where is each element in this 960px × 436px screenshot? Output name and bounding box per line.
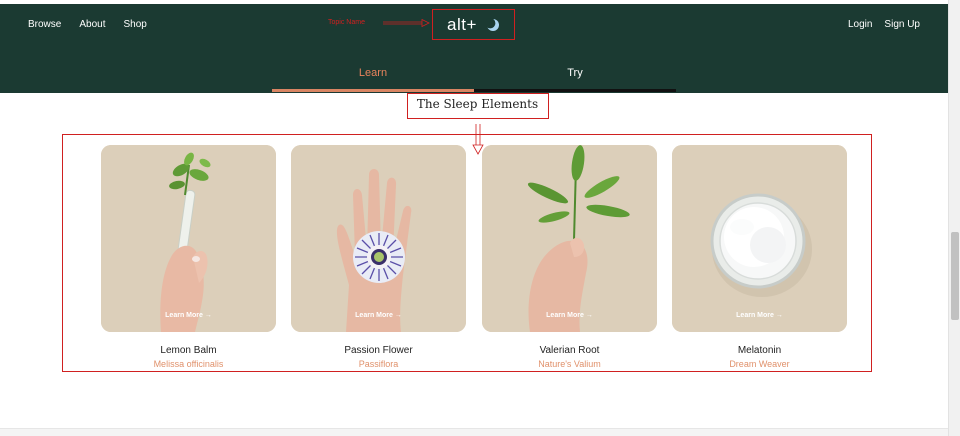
card-image-lemon-balm[interactable]: Learn More →	[101, 145, 276, 332]
card-subtitle: Nature's Valium	[538, 359, 601, 369]
card-image-passion-flower[interactable]: Learn More →	[291, 145, 466, 332]
learn-more-link[interactable]: Learn More →	[291, 311, 466, 320]
passion-flower-image	[291, 145, 466, 332]
scrollbar-thumb[interactable]	[951, 232, 959, 320]
card-subtitle: Melissa officinalis	[153, 359, 224, 369]
page: Browse About Shop Topic Name alt+ Learn …	[0, 0, 948, 436]
card-name: Passion Flower	[344, 345, 413, 356]
element-card-passion-flower[interactable]: Learn More → Passion Flower Passiflora	[291, 145, 466, 370]
card-image-valerian-root[interactable]: Learn More →	[482, 145, 657, 332]
learn-more-link[interactable]: Learn More →	[672, 311, 847, 320]
sign-up-link[interactable]: Sign Up	[884, 19, 920, 31]
header-right-wrapper: Login Sign Up	[0, 4, 948, 44]
section-title-highlight-box: The Sleep Elements	[407, 93, 549, 119]
card-name: Valerian Root	[539, 345, 600, 356]
tab-learn-underline	[272, 89, 474, 92]
card-subtitle: Dream Weaver	[729, 359, 790, 369]
vertical-scrollbar[interactable]	[948, 0, 960, 436]
nav-right: Login Sign Up	[848, 19, 920, 31]
valerian-root-image	[482, 145, 657, 332]
section-title: The Sleep Elements	[416, 97, 539, 111]
horizontal-scrollbar[interactable]	[0, 428, 948, 436]
melatonin-image	[672, 145, 847, 332]
card-name: Melatonin	[737, 345, 782, 356]
element-card-melatonin[interactable]: Learn More → Melatonin Dream Weaver	[672, 145, 847, 370]
tab-try-underline	[474, 89, 676, 92]
learn-more-link[interactable]: Learn More →	[482, 311, 657, 320]
card-subtitle: Passiflora	[358, 359, 399, 369]
card-image-melatonin[interactable]: Learn More →	[672, 145, 847, 332]
learn-more-link[interactable]: Learn More →	[101, 311, 276, 320]
element-card-lemon-balm[interactable]: Learn More → Lemon Balm Melissa officina…	[101, 145, 276, 370]
element-card-valerian-root[interactable]: Learn More → Valerian Root Nature's Vali…	[482, 145, 657, 370]
login-link[interactable]: Login	[848, 19, 872, 31]
lemon-balm-image	[101, 145, 276, 332]
card-name: Lemon Balm	[160, 345, 217, 356]
